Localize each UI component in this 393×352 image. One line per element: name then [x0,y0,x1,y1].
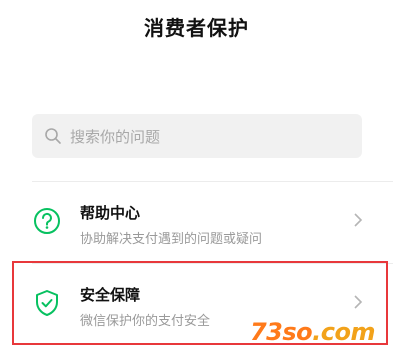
page-title: 消费者保护 [144,16,249,40]
divider [32,181,393,182]
watermark-text: 73so [249,318,313,346]
list-item-title: 帮助中心 [80,204,141,222]
search-icon [44,127,62,145]
list-item-subtitle: 协助解决支付遇到的问题或疑问 [80,232,263,247]
search-placeholder: 搜索你的问题 [70,127,161,146]
chevron-right-icon [353,212,363,228]
watermark: 73so .com [249,318,376,346]
watermark-text: .com [312,318,375,346]
list-item-help-center[interactable]: 帮助中心 协助解决支付遇到的问题或疑问 [32,184,393,256]
question-circle-icon [32,206,62,236]
search-bar[interactable]: 搜索你的问题 [32,114,362,158]
